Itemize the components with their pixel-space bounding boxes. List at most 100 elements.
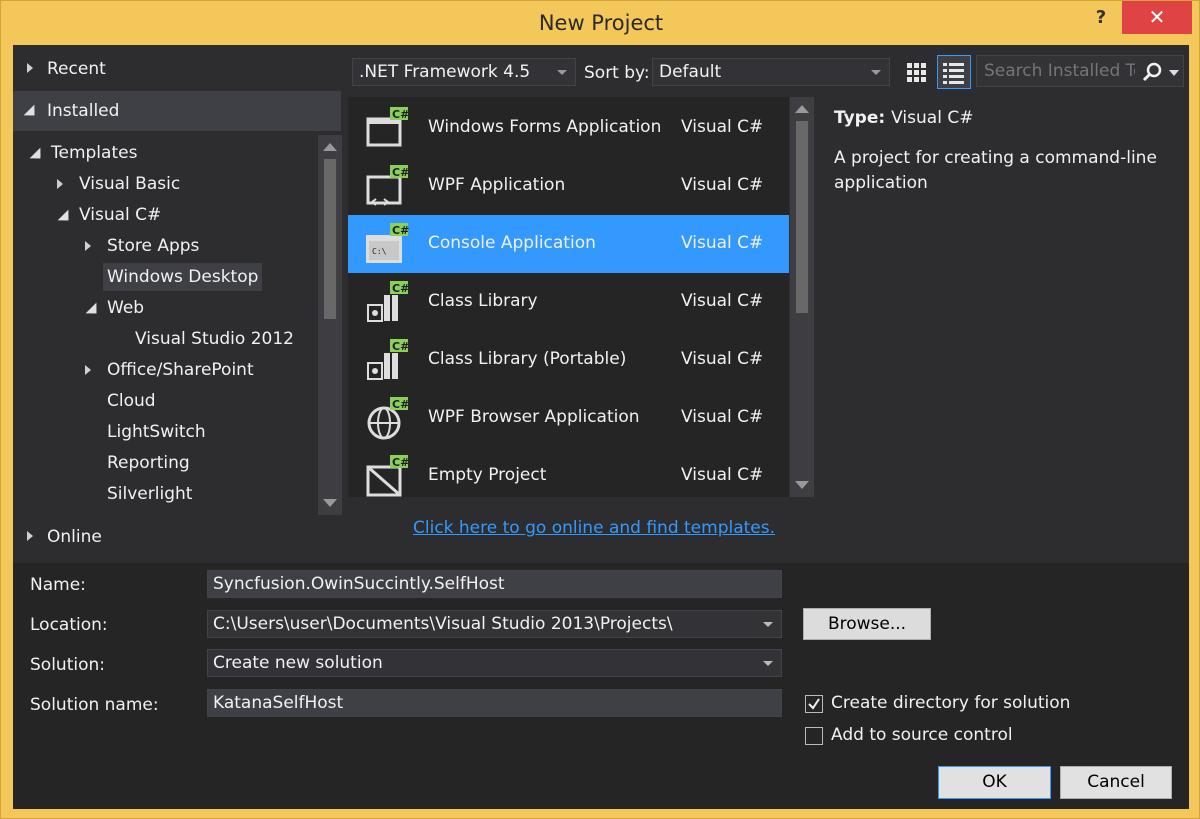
tree-item[interactable]: Visual Basic — [13, 170, 313, 198]
tree-item[interactable]: Web — [13, 294, 313, 322]
browse-button[interactable]: Browse... — [803, 608, 931, 640]
template-language: Visual C# — [681, 349, 764, 369]
cancel-button[interactable]: Cancel — [1060, 766, 1172, 799]
expand-arrow-icon — [27, 63, 33, 73]
template-row[interactable]: C# WPF Application Visual C# — [348, 157, 789, 215]
name-label: Name: — [30, 575, 86, 595]
template-list: C# Windows Forms Application Visual C# C# WP… — [348, 97, 789, 497]
empty-project-icon: C# — [362, 455, 410, 497]
search-options-icon[interactable] — [1169, 70, 1179, 76]
chevron-down-icon — [763, 661, 773, 666]
tree-item[interactable]: Visual C# — [13, 201, 313, 229]
close-button[interactable]: ✕ — [1122, 1, 1192, 34]
template-name: Class Library (Portable) — [428, 349, 627, 369]
template-language: Visual C# — [681, 465, 764, 485]
tree-item[interactable]: Cloud — [13, 387, 313, 415]
ok-button[interactable]: OK — [938, 766, 1051, 799]
solution-name-value: KatanaSelfHost — [213, 693, 344, 713]
template-name: WPF Browser Application — [428, 407, 640, 427]
template-row[interactable]: C# Class Library (Portable) Visual C# — [348, 331, 789, 389]
tree-item[interactable]: Silverlight — [13, 480, 313, 508]
template-row[interactable]: C:\ C# Console Application Visual C# — [348, 215, 789, 273]
list-view-button[interactable] — [937, 55, 971, 89]
framework-select[interactable]: .NET Framework 4.5 — [352, 58, 576, 86]
template-list-scrollbar[interactable] — [790, 97, 814, 497]
type-key: Type: — [834, 108, 886, 128]
template-row[interactable]: C# Empty Project Visual C# — [348, 447, 789, 497]
location-label: Location: — [30, 615, 108, 635]
template-row[interactable]: C# Windows Forms Application Visual C# — [348, 99, 789, 157]
console-icon: C:\ C# — [362, 223, 410, 267]
solution-label: Solution: — [30, 655, 105, 675]
expand-arrow-icon[interactable] — [85, 365, 91, 375]
sort-by-select[interactable]: Default — [652, 58, 890, 86]
template-name: Console Application — [428, 233, 596, 253]
expand-arrow-icon[interactable] — [85, 241, 91, 251]
list-view-icon — [943, 63, 964, 84]
solution-value: Create new solution — [213, 653, 383, 673]
template-language: Visual C# — [681, 175, 764, 195]
template-language: Visual C# — [681, 291, 764, 311]
svg-text:C#: C# — [392, 108, 409, 121]
scroll-down-icon[interactable] — [795, 481, 809, 489]
scroll-up-icon[interactable] — [795, 105, 809, 113]
small-icons-view-button[interactable] — [903, 57, 931, 87]
template-type: Type: Visual C# — [834, 108, 973, 128]
new-project-dialog: New Project ? ✕ Recent Installed Templat… — [0, 0, 1200, 819]
template-name: Empty Project — [428, 465, 547, 485]
scroll-up-icon[interactable] — [323, 143, 337, 151]
scroll-thumb[interactable] — [796, 121, 808, 313]
close-icon: ✕ — [1148, 5, 1166, 29]
recent-section[interactable]: Recent — [13, 49, 341, 89]
installed-section[interactable]: Installed — [13, 91, 341, 131]
solution-name-label: Solution name: — [30, 695, 159, 715]
expand-arrow-icon[interactable] — [57, 179, 63, 189]
wpf-icon: C# — [362, 165, 410, 209]
tree-item-label: Templates — [51, 143, 138, 163]
location-field[interactable]: C:\Users\user\Documents\Visual Studio 20… — [207, 610, 782, 638]
type-value: Visual C# — [891, 108, 974, 128]
source-control-checkbox[interactable] — [805, 727, 823, 745]
svg-text:C#: C# — [392, 282, 409, 295]
tree-item-label: Office/SharePoint — [107, 360, 254, 380]
tree-scrollbar[interactable] — [318, 135, 342, 515]
tree-item-label: Visual Studio 2012 — [135, 329, 294, 349]
tree-item[interactable]: Store Apps — [13, 232, 313, 260]
scroll-down-icon[interactable] — [323, 499, 337, 507]
class-library-icon: C# — [362, 281, 410, 325]
template-row[interactable]: C# Class Library Visual C# — [348, 273, 789, 331]
tree-item[interactable]: Windows Desktop — [13, 263, 313, 291]
collapse-arrow-icon[interactable] — [85, 302, 97, 314]
search-box[interactable] — [976, 55, 1184, 87]
svg-text:C:\: C:\ — [372, 247, 387, 256]
online-templates-link[interactable]: Click here to go online and find templat… — [413, 518, 775, 538]
wpf-browser-icon: C# — [362, 397, 410, 441]
help-button[interactable]: ? — [1081, 3, 1121, 33]
template-name: Windows Forms Application — [428, 117, 662, 137]
tree-item[interactable]: Office/SharePoint — [13, 356, 313, 384]
name-field[interactable]: Syncfusion.OwinSuccintly.SelfHost — [207, 570, 782, 598]
tree-item-label: LightSwitch — [107, 422, 206, 442]
template-row[interactable]: C# WPF Browser Application Visual C# — [348, 389, 789, 447]
online-section[interactable]: Online — [13, 517, 341, 557]
tree-item[interactable]: Reporting — [13, 449, 313, 477]
installed-label: Installed — [47, 101, 120, 121]
template-description: A project for creating a command-line ap… — [834, 148, 1157, 193]
class-library-portable-icon: C# — [362, 339, 410, 383]
template-name: WPF Application — [428, 175, 566, 195]
collapse-arrow-icon[interactable] — [29, 147, 41, 159]
svg-text:C#: C# — [392, 456, 409, 469]
chevron-down-icon[interactable] — [763, 622, 773, 627]
tree-item[interactable]: LightSwitch — [13, 418, 313, 446]
scroll-thumb[interactable] — [324, 159, 336, 319]
solution-select[interactable]: Create new solution — [207, 649, 782, 677]
location-value: C:\Users\user\Documents\Visual Studio 20… — [213, 614, 673, 634]
tree-item[interactable]: Visual Studio 2012 — [13, 325, 313, 353]
search-input[interactable] — [977, 56, 1135, 86]
collapse-arrow-icon[interactable] — [57, 209, 69, 221]
tree-item-label: Visual Basic — [79, 174, 181, 194]
solution-name-field[interactable]: KatanaSelfHost — [207, 689, 782, 717]
tree-item[interactable]: Templates — [13, 139, 313, 167]
create-directory-checkbox[interactable] — [805, 695, 823, 713]
search-icon[interactable] — [1141, 61, 1163, 83]
